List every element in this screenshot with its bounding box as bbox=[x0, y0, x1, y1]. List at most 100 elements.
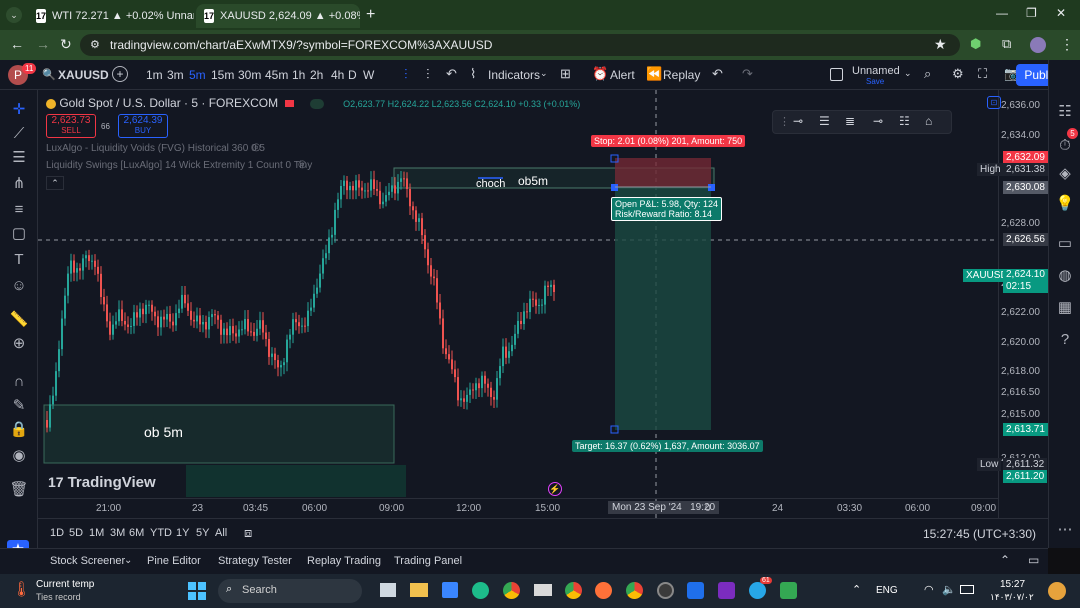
range-3M[interactable]: 3M bbox=[110, 527, 125, 539]
quick-search-icon[interactable]: ⌕ bbox=[924, 66, 931, 82]
maximize-window-icon[interactable]: ❐ bbox=[1026, 6, 1037, 20]
lock-drawing-icon[interactable]: ✎ bbox=[9, 396, 29, 416]
indicator-hide-icon[interactable]: ◎ bbox=[298, 159, 307, 170]
back-icon[interactable]: ← bbox=[10, 36, 24, 52]
taskbar-search-box[interactable]: ⌕ Search bbox=[218, 579, 362, 603]
panel-tab[interactable]: Replay Trading bbox=[307, 555, 381, 567]
range-5Y[interactable]: 5Y bbox=[196, 527, 209, 539]
layouts-grid-icon[interactable]: ⊞ bbox=[560, 66, 571, 82]
chrome-profile-icon[interactable] bbox=[565, 582, 582, 599]
range-1D[interactable]: 1D bbox=[50, 527, 64, 539]
interval-2h[interactable]: 2h bbox=[310, 60, 323, 90]
layout-checkbox-icon[interactable] bbox=[830, 68, 843, 81]
close-window-icon[interactable]: ✕ bbox=[1056, 6, 1066, 20]
chart-settings-icon[interactable]: ⊡ bbox=[987, 96, 1001, 109]
compare-add-symbol-icon[interactable]: + bbox=[112, 66, 128, 82]
line-tool-icon[interactable]: ⊸ bbox=[793, 114, 803, 128]
browser-tab-xauusd[interactable]: 17 XAUUSD 2,624.09 ▲ +0.08% U ✕ bbox=[196, 4, 360, 28]
weather-icon[interactable]: 🌡 bbox=[12, 580, 31, 598]
vpn-app-icon[interactable] bbox=[687, 582, 704, 599]
browser-tab-wti[interactable]: 17 WTI 72.271 ▲ +0.02% Unname ✕ bbox=[28, 4, 194, 28]
chart-title[interactable]: Gold Spot / U.S. Dollar · 5 · FOREXCOM bbox=[59, 96, 278, 110]
indicators-button[interactable]: Indicators bbox=[488, 60, 540, 90]
store-icon[interactable] bbox=[442, 582, 458, 598]
chart-type-bars-icon[interactable]: ⫶ bbox=[426, 66, 430, 83]
reload-icon[interactable]: ↻ bbox=[60, 36, 72, 53]
interval-30m[interactable]: 30m bbox=[238, 60, 261, 90]
range-5D[interactable]: 5D bbox=[69, 527, 83, 539]
layout-save-status[interactable]: Save bbox=[866, 77, 884, 86]
watchlist-icon[interactable]: ☷ bbox=[1055, 102, 1075, 122]
bookmark-star-icon[interactable]: ★ bbox=[934, 36, 947, 53]
interval-45m[interactable]: 45m bbox=[265, 60, 288, 90]
clock-time[interactable]: 15:27 bbox=[1000, 579, 1025, 590]
drag-handle-icon[interactable]: ⋮ bbox=[779, 115, 790, 128]
wifi-icon[interactable]: ◠ bbox=[924, 583, 934, 596]
interval-1m[interactable]: 1m bbox=[146, 60, 163, 90]
fullscreen-icon[interactable]: ⛶ bbox=[978, 66, 987, 82]
hlines-tool-icon[interactable]: ☰ bbox=[819, 114, 830, 128]
panel-tab[interactable]: Trading Panel bbox=[394, 555, 462, 567]
range-1M[interactable]: 1M bbox=[89, 527, 104, 539]
chrome-app-icon[interactable] bbox=[626, 582, 643, 599]
weather-title[interactable]: Current temp bbox=[36, 579, 94, 590]
network-app-icon[interactable] bbox=[780, 582, 797, 599]
panel-tab[interactable]: Stock Screener bbox=[50, 555, 125, 567]
ruler-measure-icon[interactable]: 📏 bbox=[9, 310, 29, 330]
language-indicator[interactable]: ENG bbox=[876, 585, 898, 596]
redo-action-icon[interactable]: ↷ bbox=[742, 66, 753, 82]
help-icon[interactable]: ? bbox=[1055, 330, 1075, 350]
panel-tab[interactable]: Strategy Tester bbox=[218, 555, 292, 567]
trend-line-icon[interactable]: ⟋ bbox=[9, 124, 29, 144]
fib-tool-icon[interactable]: ≣ bbox=[845, 114, 855, 128]
panel-tab[interactable]: Pine Editor bbox=[147, 555, 201, 567]
layout-name[interactable]: Unnamed bbox=[852, 65, 900, 77]
more-dots-icon[interactable]: ⋯ bbox=[1055, 520, 1075, 540]
browser-menu-icon[interactable]: ⋮ bbox=[1060, 36, 1074, 53]
keyboard-app-icon[interactable] bbox=[534, 584, 552, 596]
range-1Y[interactable]: 1Y bbox=[176, 527, 189, 539]
zoom-in-icon[interactable]: ⊕ bbox=[9, 334, 29, 354]
chevron-down-icon[interactable]: ⌄ bbox=[540, 68, 548, 79]
calendar-icon[interactable]: ▦ bbox=[1055, 298, 1075, 318]
indicators-icon[interactable]: ⌇ bbox=[470, 66, 476, 82]
forward-icon[interactable]: → bbox=[36, 36, 50, 52]
choch-label[interactable]: choch bbox=[476, 178, 505, 190]
edge-icon[interactable] bbox=[472, 582, 489, 599]
trash-icon[interactable]: 🗑 bbox=[9, 480, 29, 500]
indicator-fvg[interactable]: LuxAlgo - Liquidity Voids (FVG) Historic… bbox=[46, 143, 265, 154]
interval-4h[interactable]: 4h bbox=[331, 60, 344, 90]
rectangle-shape-icon[interactable]: ▢ bbox=[9, 224, 29, 244]
horizontal-lines-icon[interactable]: ☰ bbox=[9, 148, 29, 168]
range-6M[interactable]: 6M bbox=[129, 527, 144, 539]
eye-visibility-icon[interactable]: ◉ bbox=[9, 446, 29, 466]
alert-button[interactable]: Alert bbox=[610, 60, 635, 90]
volume-icon[interactable]: 🔈 bbox=[942, 583, 956, 596]
media-app-icon[interactable] bbox=[718, 582, 735, 599]
ideas-bulb-icon[interactable]: 💡 bbox=[1055, 194, 1075, 214]
interval-W[interactable]: W bbox=[363, 60, 374, 90]
interval-5m[interactable]: 5m bbox=[189, 60, 206, 90]
collapse-legend-button[interactable]: ⌃ bbox=[46, 176, 64, 190]
range-YTD[interactable]: YTD bbox=[150, 527, 172, 539]
clock-timezone[interactable]: 15:27:45 (UTC+3:30) bbox=[923, 527, 1036, 541]
chart-type-candles-icon[interactable]: ⫶ bbox=[404, 66, 408, 83]
alerts-clock-icon[interactable]: ⏱ bbox=[1055, 136, 1075, 156]
tab-search-icon[interactable]: ⌄ bbox=[6, 7, 22, 23]
ob5m-top-label[interactable]: ob5m bbox=[518, 174, 548, 188]
goto-date-icon[interactable]: ⧈ bbox=[244, 525, 252, 541]
task-view-icon[interactable] bbox=[380, 583, 396, 597]
minimize-window-icon[interactable]: — bbox=[996, 6, 1008, 20]
pitchfork-icon[interactable]: ⋔ bbox=[9, 174, 29, 194]
layers-icon[interactable]: ◈ bbox=[1055, 164, 1075, 184]
tray-chevron-icon[interactable]: ⌃ bbox=[852, 583, 861, 596]
settings-gear-icon[interactable]: ⚙ bbox=[952, 66, 964, 82]
collapse-panel-icon[interactable]: ⌃ bbox=[1000, 553, 1010, 567]
chart-pane[interactable]: Gold Spot / U.S. Dollar · 5 · FOREXCOM O… bbox=[38, 90, 998, 518]
ray-tool-icon[interactable]: ⊸ bbox=[873, 114, 883, 128]
extensions-puzzle-icon[interactable]: ⧉ bbox=[1002, 36, 1011, 52]
chevron-down-icon[interactable]: ⌄ bbox=[904, 68, 912, 79]
callout-tool-icon[interactable]: ⌂ bbox=[925, 114, 932, 128]
undo-icon[interactable]: ↶ bbox=[446, 66, 457, 82]
start-windows-icon[interactable] bbox=[188, 582, 206, 600]
